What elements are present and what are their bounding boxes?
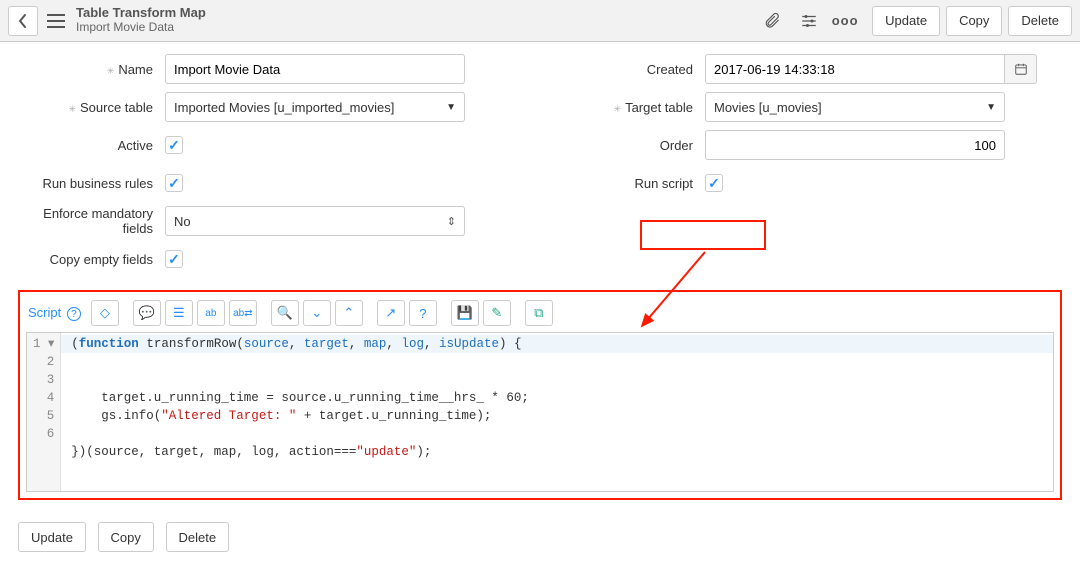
code-area[interactable]: (function transformRow(source, target, m… (61, 333, 1053, 491)
title-block: Table Transform Map Import Movie Data (76, 6, 206, 35)
script-section: Script ? ◇ 💬 ☰ ab ab⇄ 🔍 ⌄ ⌃ ↗ ? 💾 ✎ ⧉ 1 … (18, 290, 1062, 500)
left-column: Name Source table Imported Movies [u_imp… (20, 54, 520, 282)
right-column: Created Target table Movies [u_movies] ▼… (560, 54, 1060, 282)
enforce-select[interactable]: No ⇕ (165, 206, 465, 236)
back-button[interactable] (8, 6, 38, 36)
chevron-down-icon[interactable]: ⌄ (303, 300, 331, 326)
source-table-value: Imported Movies [u_imported_movies] (174, 100, 394, 115)
fullscreen-icon[interactable]: ↗ (377, 300, 405, 326)
help-doc-icon[interactable]: ? (409, 300, 437, 326)
source-table-label: Source table (20, 100, 165, 115)
date-picker-button[interactable] (1005, 54, 1037, 84)
created-input[interactable] (705, 54, 1005, 84)
more-icon[interactable]: ooo (830, 6, 860, 36)
name-label: Name (20, 62, 165, 77)
order-label: Order (560, 138, 705, 153)
tree-icon[interactable]: ⧉ (525, 300, 553, 326)
target-table-label: Target table (560, 100, 705, 115)
script-label: Script (28, 305, 61, 320)
form-footer: Update Copy Delete (0, 514, 1080, 572)
chevron-left-icon (18, 14, 28, 28)
enforce-label: Enforce mandatory fields (20, 206, 165, 236)
target-table-select[interactable]: Movies [u_movies] ▼ (705, 92, 1005, 122)
search-icon[interactable]: 🔍 (271, 300, 299, 326)
page-subtitle: Import Movie Data (76, 21, 206, 35)
line-gutter: 1 ▾ 2 3 4 5 6 (27, 333, 61, 491)
run-script-checkbox[interactable]: ✓ (705, 174, 723, 192)
active-label: Active (20, 138, 165, 153)
copy-button-top[interactable]: Copy (946, 6, 1002, 36)
copy-empty-checkbox[interactable]: ✓ (165, 250, 183, 268)
copy-button-bottom[interactable]: Copy (98, 522, 154, 552)
update-button-bottom[interactable]: Update (18, 522, 86, 552)
name-input[interactable] (165, 54, 465, 84)
form-header: Table Transform Map Import Movie Data oo… (0, 0, 1080, 42)
save-icon[interactable]: 💾 (451, 300, 479, 326)
page-title: Table Transform Map (76, 6, 206, 21)
form-body: Name Source table Imported Movies [u_imp… (0, 42, 1080, 290)
updown-icon: ⇕ (447, 215, 456, 228)
script-editor[interactable]: 1 ▾ 2 3 4 5 6 (function transformRow(sou… (26, 332, 1054, 492)
comment-icon[interactable]: 💬 (133, 300, 161, 326)
enforce-value: No (174, 214, 191, 229)
chevron-up-icon[interactable]: ⌃ (335, 300, 363, 326)
update-button-top[interactable]: Update (872, 6, 940, 36)
caret-down-icon: ▼ (446, 102, 456, 113)
replace-all-icon[interactable]: ab⇄ (229, 300, 257, 326)
copy-empty-label: Copy empty fields (20, 252, 165, 267)
find-replace-icon[interactable]: ab (197, 300, 225, 326)
script-toolbar: ◇ 💬 ☰ ab ab⇄ 🔍 ⌄ ⌃ ↗ ? 💾 ✎ ⧉ (91, 300, 553, 326)
created-label: Created (560, 62, 705, 77)
js-type-icon[interactable]: ◇ (91, 300, 119, 326)
run-biz-label: Run business rules (20, 176, 165, 191)
help-icon[interactable]: ? (67, 307, 81, 321)
active-checkbox[interactable]: ✓ (165, 136, 183, 154)
order-input[interactable] (705, 130, 1005, 160)
format-icon[interactable]: ☰ (165, 300, 193, 326)
run-script-label: Run script (560, 176, 705, 191)
caret-down-icon: ▼ (986, 102, 996, 113)
target-table-value: Movies [u_movies] (714, 100, 822, 115)
delete-button-bottom[interactable]: Delete (166, 522, 230, 552)
delete-button-top[interactable]: Delete (1008, 6, 1072, 36)
source-table-select[interactable]: Imported Movies [u_imported_movies] ▼ (165, 92, 465, 122)
context-menu-icon[interactable] (44, 9, 68, 33)
attachment-icon[interactable] (758, 6, 788, 36)
calendar-icon (1014, 62, 1028, 76)
run-biz-checkbox[interactable]: ✓ (165, 174, 183, 192)
settings-icon[interactable] (794, 6, 824, 36)
debug-icon[interactable]: ✎ (483, 300, 511, 326)
